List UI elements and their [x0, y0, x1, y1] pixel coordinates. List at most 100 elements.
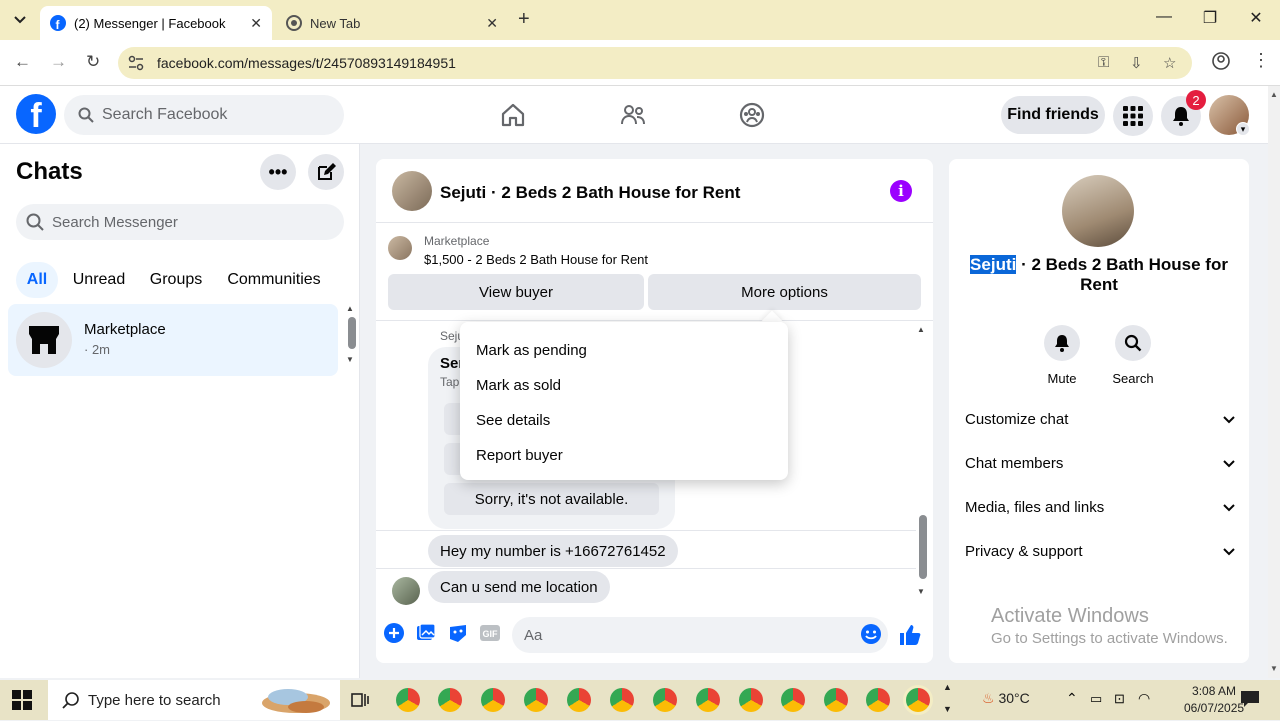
chrome-taskbar-icon[interactable]: [396, 688, 420, 712]
listing-thumbnail[interactable]: [388, 236, 412, 260]
scroll-down-icon[interactable]: ▼: [346, 355, 358, 364]
plus-circle-icon[interactable]: [384, 623, 404, 648]
reload-icon[interactable]: ↻: [86, 52, 100, 72]
avatar[interactable]: [392, 577, 420, 605]
chat-list-item[interactable]: Marketplace · 2m: [8, 304, 338, 376]
chrome-taskbar-icon-active[interactable]: [906, 688, 930, 712]
minimize-button[interactable]: —: [1141, 8, 1187, 26]
more-options-button[interactable]: More options: [648, 274, 921, 310]
chevron-down-icon[interactable]: ▼: [943, 704, 952, 714]
profile-icon[interactable]: [1212, 52, 1230, 75]
network-icon[interactable]: ⊡: [1114, 691, 1125, 707]
find-friends-button[interactable]: Find friends: [1001, 96, 1105, 134]
new-message-button[interactable]: [308, 154, 344, 190]
site-settings-icon[interactable]: [128, 55, 144, 76]
chrome-taskbar-icon[interactable]: [610, 688, 634, 712]
avatar[interactable]: [1062, 175, 1134, 247]
page-scrollbar[interactable]: ▲ ▼: [1268, 86, 1280, 678]
chrome-taskbar-icon[interactable]: [567, 688, 591, 712]
url-bar[interactable]: facebook.com/messages/t/2457089314918495…: [118, 47, 1192, 79]
close-tab-icon[interactable]: ✕: [250, 15, 262, 32]
wifi-icon[interactable]: ◠: [1138, 690, 1150, 707]
listing-title[interactable]: $1,500 - 2 Beds 2 Bath House for Rent: [424, 252, 648, 267]
section-media-files-links[interactable]: Media, files and links: [965, 499, 1235, 516]
filter-communities[interactable]: Communities: [220, 262, 328, 298]
chrome-taskbar-icon[interactable]: [866, 688, 890, 712]
tab-new-tab[interactable]: New Tab ✕: [276, 6, 508, 40]
chrome-taskbar-icon[interactable]: [824, 688, 848, 712]
avatar[interactable]: [392, 171, 432, 211]
chrome-taskbar-icon[interactable]: [438, 688, 462, 712]
chevron-up-icon[interactable]: ▲: [943, 682, 952, 692]
scroll-up-icon[interactable]: ▲: [1270, 90, 1278, 99]
browser-menu-icon[interactable]: ⋮: [1252, 50, 1270, 71]
scroll-thumb[interactable]: [348, 317, 356, 349]
chrome-taskbar-icon[interactable]: [781, 688, 805, 712]
facebook-search-input[interactable]: Search Facebook: [64, 95, 344, 135]
back-icon[interactable]: ←: [14, 52, 31, 72]
install-app-icon[interactable]: ⇩: [1130, 54, 1143, 72]
chevron-down-icon[interactable]: ▾: [1236, 122, 1250, 136]
chat-list-scrollbar[interactable]: ▲ ▼: [346, 304, 358, 374]
bookmark-star-icon[interactable]: ☆: [1163, 54, 1176, 72]
conversation-title[interactable]: Sejuti · 2 Beds 2 Bath House for Rent: [440, 183, 740, 203]
section-privacy-support[interactable]: Privacy & support: [965, 543, 1235, 560]
battery-icon[interactable]: ▭: [1090, 691, 1102, 707]
menu-item-see-details[interactable]: See details: [476, 412, 550, 429]
scroll-up-icon[interactable]: ▲: [346, 304, 358, 313]
weather-widget[interactable]: ♨ 30°C: [982, 690, 1030, 707]
forward-icon[interactable]: →: [50, 52, 67, 72]
notification-center-icon[interactable]: [1240, 690, 1260, 713]
filter-groups[interactable]: Groups: [142, 262, 210, 298]
scroll-up-icon[interactable]: ▲: [917, 325, 929, 334]
chrome-taskbar-icon[interactable]: [739, 688, 763, 712]
scroll-down-icon[interactable]: ▼: [917, 587, 925, 596]
password-key-icon[interactable]: ⚿: [1098, 54, 1109, 71]
windows-start-icon[interactable]: [12, 690, 32, 715]
menu-item-mark-sold[interactable]: Mark as sold: [476, 377, 561, 394]
quick-reply-button[interactable]: Sorry, it's not available.: [444, 483, 659, 515]
home-icon[interactable]: [500, 102, 526, 133]
search-button[interactable]: Search: [1103, 325, 1163, 386]
restore-button[interactable]: ❐: [1187, 8, 1233, 28]
new-tab-button[interactable]: +: [518, 8, 530, 31]
menu-grid-button[interactable]: [1113, 96, 1153, 136]
chrome-taskbar-icon[interactable]: [524, 688, 548, 712]
message-input[interactable]: Aa: [512, 617, 888, 653]
filter-unread[interactable]: Unread: [66, 262, 132, 298]
tab-messenger[interactable]: f (2) Messenger | Facebook ✕: [40, 6, 272, 40]
message-bubble[interactable]: Can u send me location: [428, 571, 610, 603]
emoji-icon[interactable]: [860, 623, 882, 650]
menu-item-report-buyer[interactable]: Report buyer: [476, 447, 563, 464]
tray-chevron-icon[interactable]: ⌃: [1066, 690, 1078, 707]
task-view-icon[interactable]: [350, 690, 370, 715]
view-buyer-button[interactable]: View buyer: [388, 274, 644, 310]
like-icon[interactable]: [898, 623, 922, 652]
gif-icon[interactable]: GIF: [480, 623, 500, 648]
chrome-taskbar-icon[interactable]: [696, 688, 720, 712]
facebook-logo[interactable]: f: [16, 94, 56, 134]
photo-icon[interactable]: [416, 623, 436, 648]
scroll-thumb[interactable]: [919, 515, 927, 579]
tab-search-button[interactable]: [8, 9, 32, 31]
taskbar-search-input[interactable]: Type here to search: [48, 680, 340, 720]
close-tab-icon[interactable]: ✕: [486, 15, 498, 32]
close-window-button[interactable]: ✕: [1233, 8, 1279, 28]
messenger-search-input[interactable]: Search Messenger: [16, 204, 344, 240]
scroll-down-icon[interactable]: ▼: [1270, 664, 1278, 673]
friends-icon[interactable]: [620, 102, 646, 133]
filter-all[interactable]: All: [16, 262, 58, 298]
taskbar-clock[interactable]: 3:08 AM 06/07/2025: [1184, 683, 1244, 717]
message-bubble[interactable]: Hey my number is +16672761452: [428, 535, 678, 567]
mute-button[interactable]: Mute: [1032, 325, 1092, 386]
chrome-taskbar-icon[interactable]: [653, 688, 677, 712]
groups-icon[interactable]: [739, 102, 765, 133]
sticker-icon[interactable]: [448, 623, 468, 648]
messages-scrollbar[interactable]: ▲ ▼: [917, 325, 929, 599]
info-icon[interactable]: i: [890, 180, 912, 202]
chats-options-button[interactable]: •••: [260, 154, 296, 190]
section-customize-chat[interactable]: Customize chat: [965, 411, 1235, 428]
chrome-taskbar-icon[interactable]: [481, 688, 505, 712]
menu-item-mark-pending[interactable]: Mark as pending: [476, 342, 587, 359]
section-chat-members[interactable]: Chat members: [965, 455, 1235, 472]
